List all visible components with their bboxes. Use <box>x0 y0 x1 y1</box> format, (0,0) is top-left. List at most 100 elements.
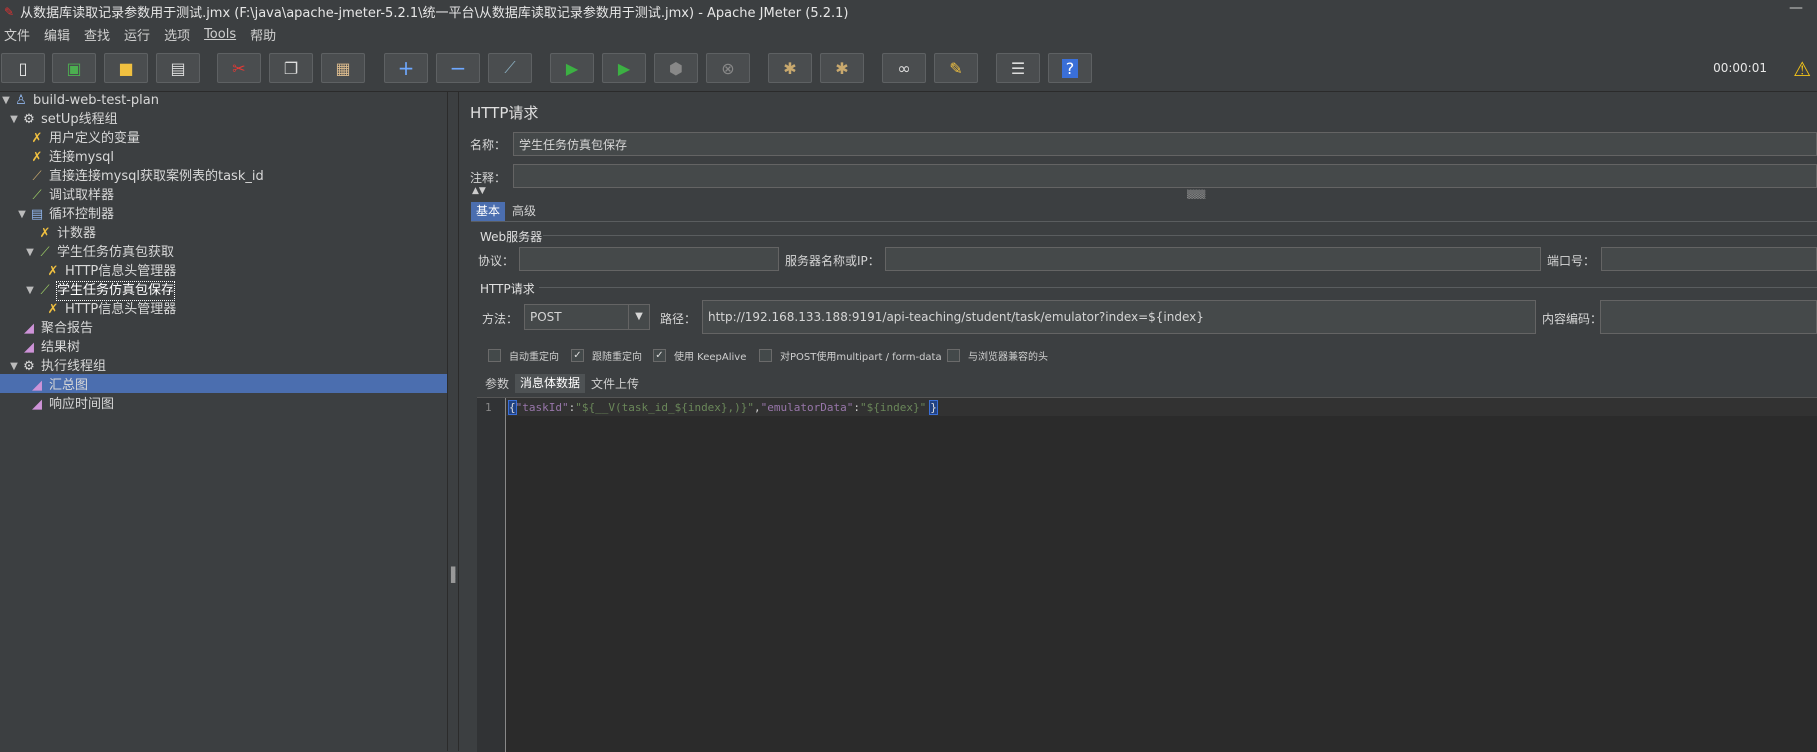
tree-item-counter[interactable]: ✗ 计数器 <box>36 225 96 243</box>
comment-field[interactable] <box>513 164 1817 188</box>
method-label: 方法： <box>482 312 519 326</box>
menu-file[interactable]: 文件 <box>2 25 32 44</box>
tab-file-upload[interactable]: 文件上传 <box>586 375 644 394</box>
tree-item-test-plan[interactable]: ▼ ♙ build-web-test-plan <box>0 92 159 110</box>
comment-label: 注释： <box>470 171 507 185</box>
menu-run[interactable]: 运行 <box>122 25 152 44</box>
tree-item-results-tree[interactable]: ◢ 结果树 <box>20 339 80 357</box>
collapse-arrow-icon[interactable]: ▼ <box>24 244 36 262</box>
tree-item-label: 学生任务仿真包保存 <box>55 281 176 301</box>
protocol-field[interactable] <box>519 247 779 271</box>
checkbox-box[interactable] <box>488 349 501 362</box>
collapse-arrow-icon[interactable]: ▼ <box>0 92 12 110</box>
body-data-editor[interactable]: 1 {"taskId":"${__V(task_id_${index},)}",… <box>477 397 1817 752</box>
cut-button[interactable]: ✂ <box>217 53 261 83</box>
jmeter-feather-icon: ✎ <box>4 4 15 19</box>
tree-item-user-vars[interactable]: ✗ 用户定义的变量 <box>28 130 140 148</box>
help-button[interactable]: ? <box>1048 53 1092 83</box>
open-button[interactable]: ■ <box>104 53 148 83</box>
expand-all-button[interactable]: + <box>384 53 428 83</box>
tree-item-summary-graph[interactable]: ◢ 汇总图 <box>28 377 88 395</box>
minimize-button[interactable]: — <box>1789 0 1803 16</box>
port-field[interactable] <box>1601 247 1817 271</box>
tree-item-response-time-graph[interactable]: ◢ 响应时间图 <box>28 396 114 414</box>
panel-splitter[interactable]: ▪ ▪ ▪ ▪ <box>448 92 459 751</box>
tree-item-debug-sampler[interactable]: ⟋ 调试取样器 <box>28 187 114 205</box>
tree-item-aggregate-report[interactable]: ◢ 聚合报告 <box>20 320 93 338</box>
clear-all-button[interactable]: ✱ <box>820 53 864 83</box>
save-button[interactable]: ▤ <box>156 53 200 83</box>
name-field[interactable]: 学生任务仿真包保存 <box>513 132 1817 156</box>
collapse-arrow-icon[interactable]: ▼ <box>8 111 20 129</box>
tree-item-header-manager[interactable]: ✗ HTTP信息头管理器 <box>44 263 177 281</box>
pipette-icon: ⟋ <box>32 169 42 184</box>
json-key: "taskId" <box>515 401 569 414</box>
checkmark-icon[interactable]: ✓ <box>571 349 584 362</box>
checkbox-box[interactable] <box>947 349 960 362</box>
new-button[interactable]: ▯ <box>1 53 45 83</box>
stop-button[interactable]: ⬢ <box>654 53 698 83</box>
search-button[interactable]: ∞ <box>882 53 926 83</box>
checkbox-label: 与浏览器兼容的头 <box>968 352 1048 363</box>
name-label: 名称： <box>470 138 507 152</box>
browser-headers-checkbox[interactable]: 与浏览器兼容的头 <box>947 348 1048 363</box>
reset-search-button[interactable]: ✎ <box>934 53 978 83</box>
tab-body-data[interactable]: 消息体数据 <box>515 374 586 393</box>
templates-button[interactable]: ▣ <box>52 53 96 83</box>
tab-parameters[interactable]: 参数 <box>480 375 514 394</box>
start-no-pause-button[interactable]: ▶ <box>602 53 646 83</box>
tree-item-label: 计数器 <box>57 226 97 241</box>
collapse-arrow-icon[interactable]: ▼ <box>16 206 28 224</box>
toggle-button[interactable]: ⟋ <box>488 53 532 83</box>
tree-item-jdbc-sampler[interactable]: ⟋ 直接连接mysql获取案例表的task_id <box>28 168 264 186</box>
chart-icon: ◢ <box>32 378 42 393</box>
tree-item-http-save[interactable]: ▼ ⟋ 学生任务仿真包保存 <box>24 281 176 301</box>
multipart-checkbox[interactable]: 对POST使用multipart / form-data <box>759 348 942 363</box>
name-field-value: 学生任务仿真包保存 <box>519 137 628 152</box>
tree-item-http-get[interactable]: ▼ ⟋ 学生任务仿真包获取 <box>24 244 174 262</box>
play-no-timers-icon: ▶ <box>617 58 631 78</box>
checkbox-box[interactable] <box>759 349 772 362</box>
paste-button[interactable]: ▦ <box>321 53 365 83</box>
broom-icon: ✱ <box>835 58 849 78</box>
collapse-expand-icon[interactable]: ▲▼ <box>472 186 486 196</box>
shutdown-button[interactable]: ⊗ <box>706 53 750 83</box>
json-string: "${__V(task_id_${index},)}" <box>575 401 755 414</box>
http-request-panel: HTTP请求 名称： 学生任务仿真包保存 注释： ▲▼ ▒▒▒ 基本 高级 We… <box>459 92 1817 752</box>
menu-search[interactable]: 查找 <box>82 25 112 44</box>
clear-button[interactable]: ✱ <box>768 53 812 83</box>
copy-button[interactable]: ❐ <box>269 53 313 83</box>
tree-item-header-manager[interactable]: ✗ HTTP信息头管理器 <box>44 301 177 319</box>
resize-handle-icon[interactable]: ▒▒▒ <box>1187 190 1205 199</box>
menu-tools[interactable]: Tools <box>202 27 238 42</box>
collapse-all-button[interactable]: − <box>436 53 480 83</box>
tree-item-mysql-connection[interactable]: ✗ 连接mysql <box>28 149 114 167</box>
tab-advanced[interactable]: 高级 <box>507 202 541 221</box>
path-field[interactable]: http://192.168.133.188:9191/api-teaching… <box>702 300 1536 334</box>
tab-basic[interactable]: 基本 <box>471 202 506 221</box>
menu-help[interactable]: 帮助 <box>248 25 278 44</box>
tree-item-setup-thread-group[interactable]: ▼ ⚙ setUp线程组 <box>8 111 118 129</box>
menu-edit[interactable]: 编辑 <box>42 25 72 44</box>
chevron-down-icon[interactable]: ▼ <box>628 305 649 329</box>
flask-icon: ♙ <box>15 93 27 108</box>
tree-item-loop-controller[interactable]: ▼ ▤ 循环控制器 <box>16 206 114 224</box>
menu-options[interactable]: 选项 <box>162 25 192 44</box>
server-field[interactable] <box>885 247 1541 271</box>
follow-redirect-checkbox[interactable]: ✓ 跟随重定向 <box>571 348 642 363</box>
collapse-arrow-icon[interactable]: ▼ <box>24 282 36 300</box>
paste-icon: ▦ <box>335 58 351 78</box>
checkbox-label: 自动重定向 <box>509 352 559 363</box>
tree-item-label: 循环控制器 <box>49 207 115 222</box>
start-button[interactable]: ▶ <box>550 53 594 83</box>
keepalive-checkbox[interactable]: ✓ 使用 KeepAlive <box>653 348 746 363</box>
collapse-arrow-icon[interactable]: ▼ <box>8 358 20 376</box>
auto-redirect-checkbox[interactable]: 自动重定向 <box>488 348 559 363</box>
method-select[interactable]: POST ▼ <box>524 304 650 330</box>
warning-icon[interactable]: ⚠ <box>1793 57 1811 81</box>
function-helper-button[interactable]: ☰ <box>996 53 1040 83</box>
encoding-field[interactable] <box>1600 300 1817 334</box>
tree-item-label: 直接连接mysql获取案例表的task_id <box>49 169 264 184</box>
checkmark-icon[interactable]: ✓ <box>653 349 666 362</box>
tree-item-run-thread-group[interactable]: ▼ ⚙ 执行线程组 <box>8 358 106 376</box>
